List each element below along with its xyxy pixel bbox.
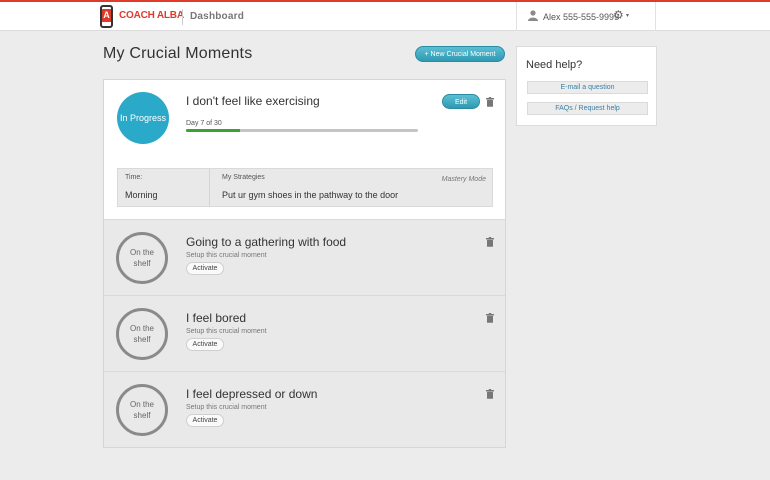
activate-button[interactable]: Activate: [186, 338, 224, 351]
user-menu[interactable]: Alex 555-555-9999 ⚙ ▾: [516, 2, 656, 31]
logo-letter: A: [102, 9, 111, 22]
shelf-item-subtitle: Setup this crucial moment: [186, 252, 267, 259]
time-value: Morning: [125, 190, 158, 200]
trash-icon[interactable]: [486, 313, 494, 323]
shelf-status-badge: On the shelf: [116, 308, 168, 360]
shelf-item-title[interactable]: I feel depressed or down: [186, 387, 317, 401]
day-progress-label: Day 7 of 30: [186, 120, 222, 127]
shelf-item: On the shelf I feel bored Setup this cru…: [104, 295, 505, 371]
shelf-status-label: On the shelf: [129, 324, 154, 344]
strategies-label: My Strategies: [222, 174, 265, 181]
shelf-item: On the shelf I feel depressed or down Se…: [104, 371, 505, 447]
brand-name[interactable]: COACH ALBA: [119, 10, 184, 21]
shelf-status-badge: On the shelf: [116, 232, 168, 284]
activate-button[interactable]: Activate: [186, 414, 224, 427]
shelf-item-subtitle: Setup this crucial moment: [186, 404, 267, 411]
activate-button[interactable]: Activate: [186, 262, 224, 275]
shelf-item-subtitle: Setup this crucial moment: [186, 328, 267, 335]
help-title: Need help?: [526, 59, 583, 71]
moment-title[interactable]: I don't feel like exercising: [186, 94, 320, 108]
faq-request-help-button[interactable]: FAQs / Request help: [527, 102, 648, 115]
user-icon: [528, 10, 538, 21]
logo-phone-icon[interactable]: A: [100, 5, 113, 28]
status-badge: In Progress: [117, 92, 169, 144]
progress-bar-fill: [186, 129, 241, 132]
time-label: Time:: [125, 174, 143, 181]
shelf-status-label: On the shelf: [129, 248, 154, 268]
progress-bar: [186, 129, 418, 132]
shelf-item-title[interactable]: Going to a gathering with food: [186, 235, 346, 249]
top-bar: A COACH ALBA Dashboard Alex 555-555-9999…: [0, 2, 770, 31]
edit-button[interactable]: Edit: [442, 94, 480, 109]
active-moment-card: In Progress I don't feel like exercising…: [104, 80, 505, 219]
strategy-value: Put ur gym shoes in the pathway to the d…: [222, 190, 399, 200]
trash-icon[interactable]: [486, 97, 494, 107]
email-question-button[interactable]: E-mail a question: [527, 81, 648, 94]
trash-icon[interactable]: [486, 237, 494, 247]
gear-icon[interactable]: ⚙: [613, 9, 624, 21]
moments-list: In Progress I don't feel like exercising…: [103, 79, 506, 448]
shelf-item: On the shelf Going to a gathering with f…: [104, 219, 505, 295]
chevron-down-icon[interactable]: ▾: [626, 12, 629, 19]
header-divider: [182, 9, 183, 25]
user-name[interactable]: Alex 555-555-9999: [543, 12, 619, 22]
panel-divider: [209, 169, 210, 206]
mastery-mode-label: Mastery Mode: [441, 176, 486, 183]
new-crucial-moment-button[interactable]: + New Crucial Moment: [415, 46, 505, 62]
shelf-status-badge: On the shelf: [116, 384, 168, 436]
nav-dashboard[interactable]: Dashboard: [190, 11, 244, 22]
page-title: My Crucial Moments: [103, 45, 253, 62]
help-panel: Need help? E-mail a question FAQs / Requ…: [516, 46, 657, 126]
trash-icon[interactable]: [486, 389, 494, 399]
strategy-panel: Time: Morning My Strategies Put ur gym s…: [117, 168, 493, 207]
shelf-status-label: On the shelf: [129, 400, 154, 420]
shelf-item-title[interactable]: I feel bored: [186, 311, 246, 325]
